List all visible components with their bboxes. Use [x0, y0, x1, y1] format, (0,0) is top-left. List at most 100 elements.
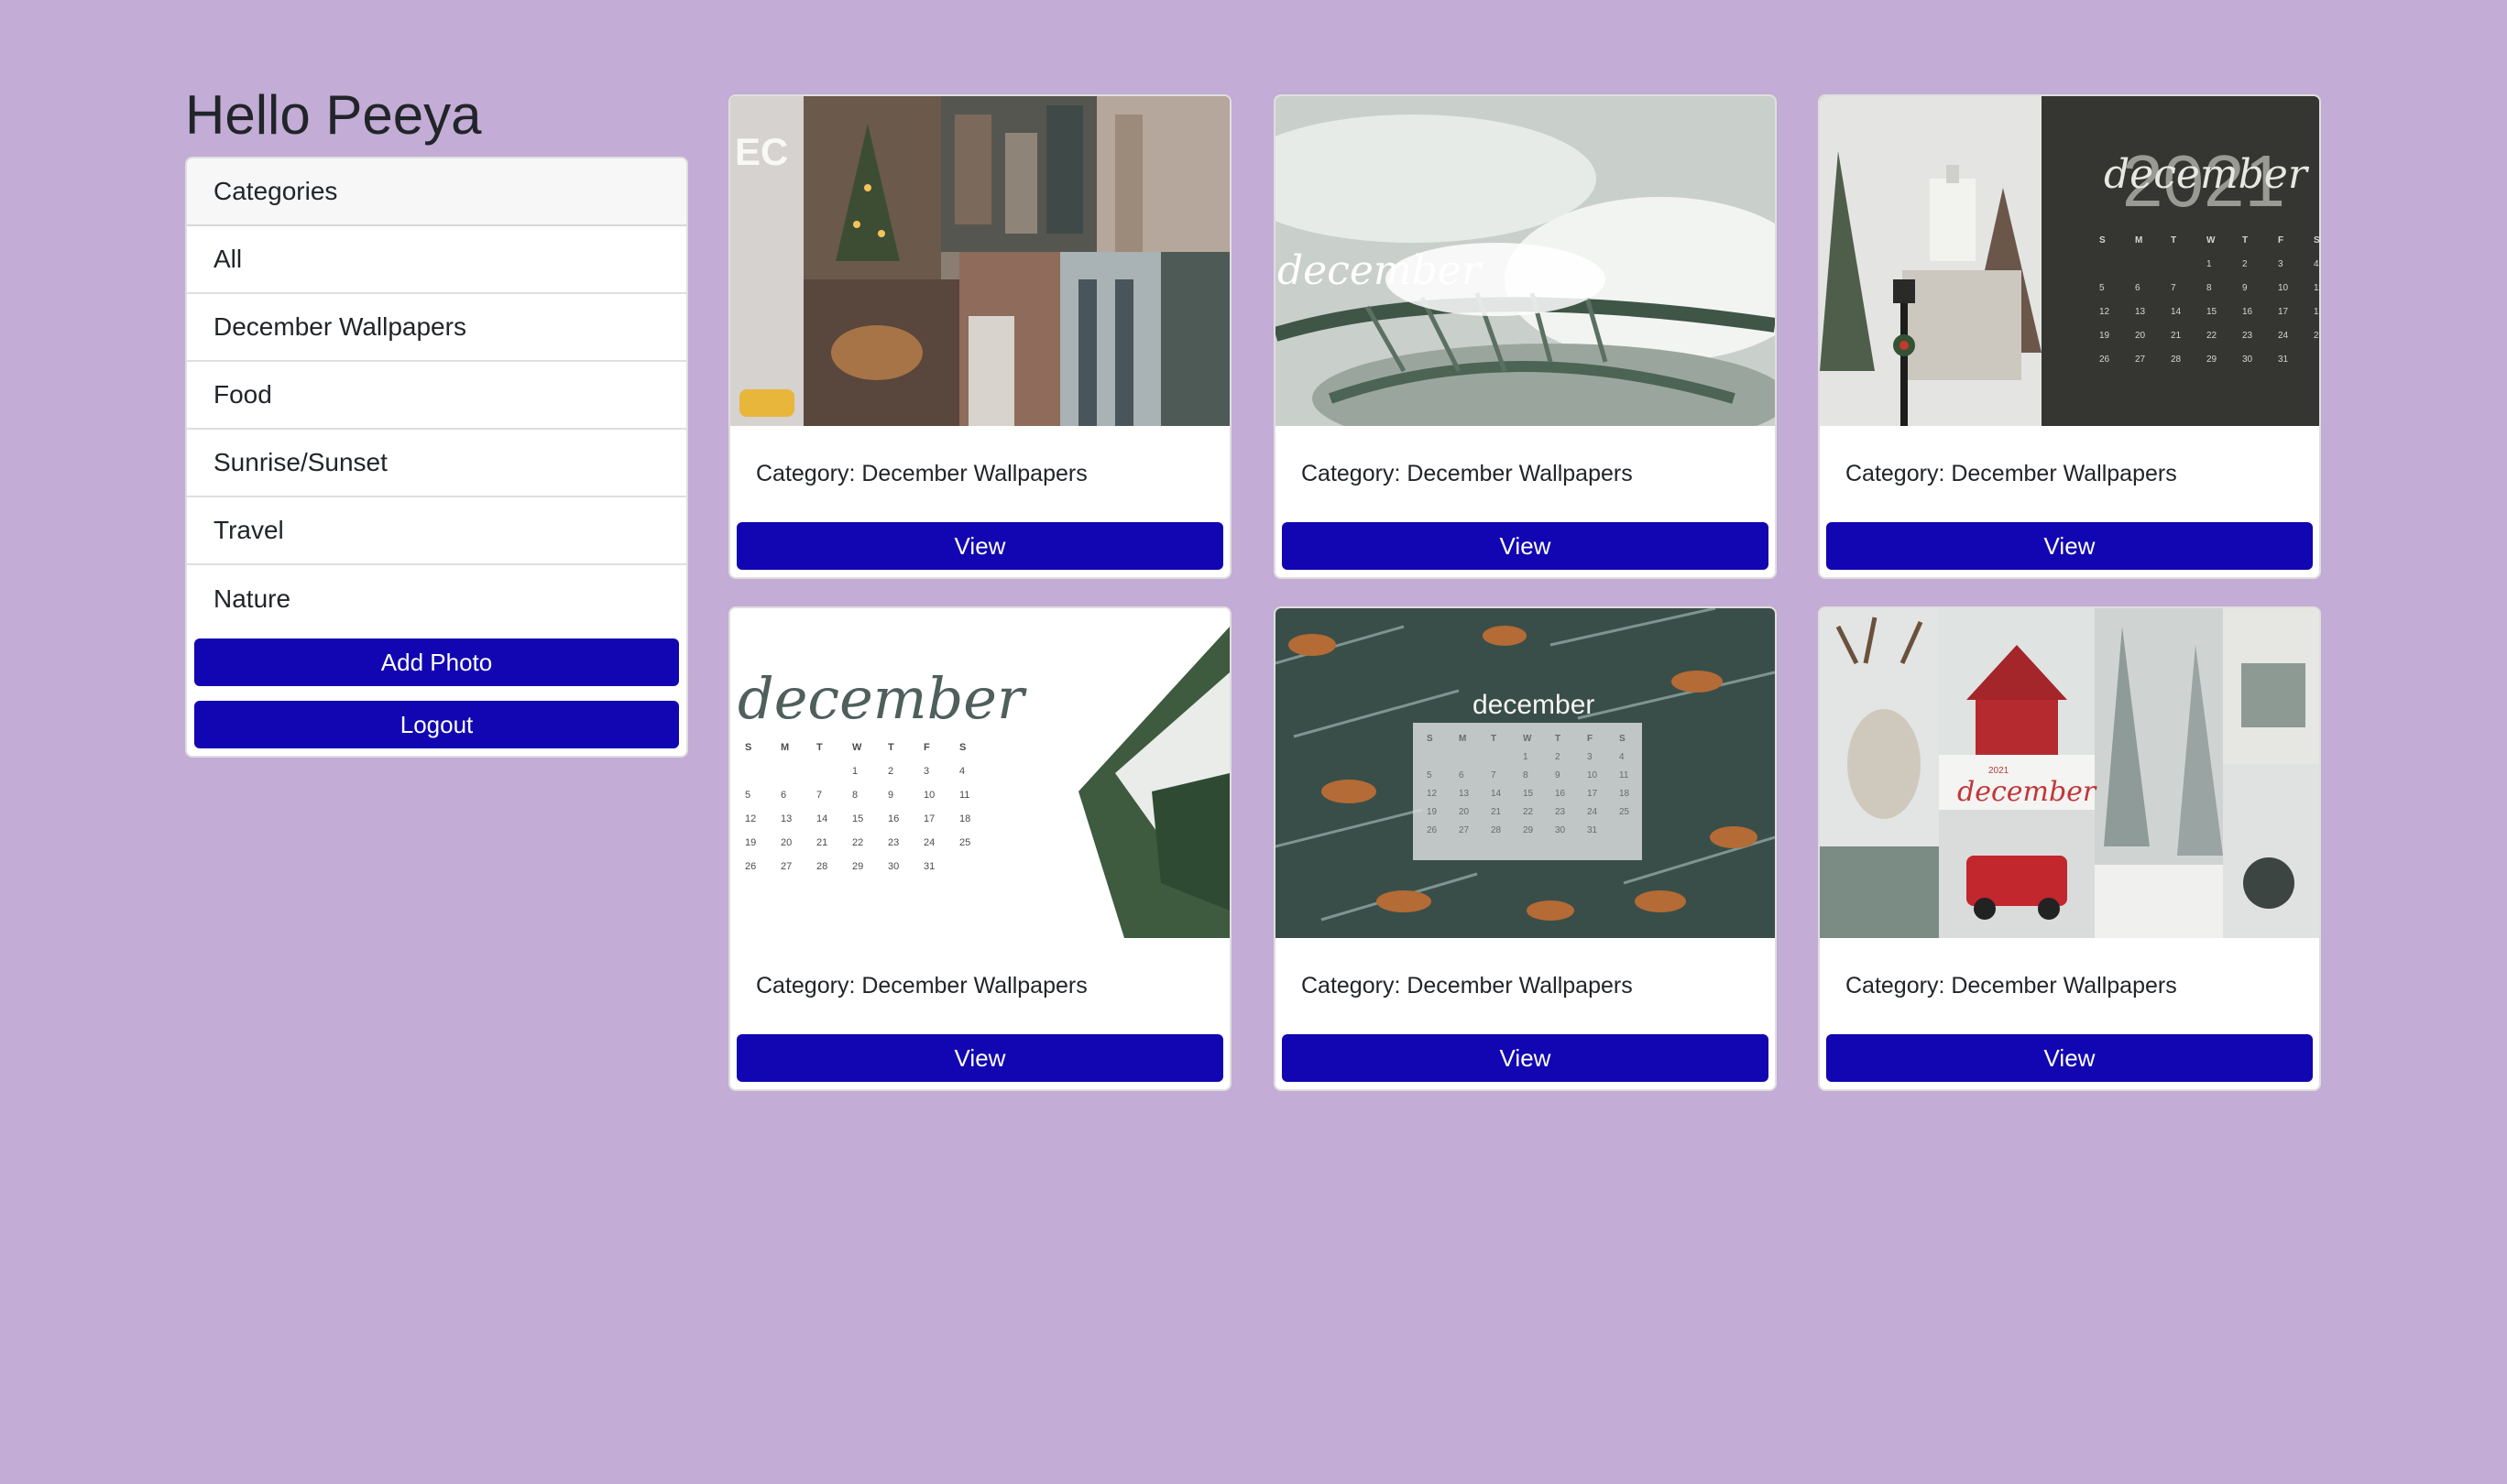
- image-script-text: december: [1277, 247, 1483, 294]
- calendar-day-label: 18: [2314, 307, 2319, 317]
- calendar-day-label: 29: [1523, 825, 1534, 835]
- calendar-day-label: 20: [1459, 807, 1470, 817]
- calendar-day-label: 25: [2314, 331, 2319, 341]
- calendar-year-text: 2021: [1988, 766, 2009, 776]
- card-caption: Category: December Wallpapers: [1301, 461, 1633, 486]
- calendar-day-label: 27: [1459, 825, 1470, 835]
- calendar-day-label: 9: [888, 790, 893, 801]
- calendar-day-label: 7: [816, 790, 822, 801]
- image-script-text: december: [1472, 690, 1594, 720]
- calendar-day-label: 18: [959, 813, 970, 824]
- calendar-day-label: 23: [1555, 807, 1566, 817]
- calendar-day-label: 17: [2278, 307, 2289, 317]
- calendar-day-label: 12: [2099, 307, 2110, 317]
- calendar-day-label: 13: [781, 813, 792, 824]
- calendar-day-label: 29: [852, 861, 863, 872]
- category-item-travel[interactable]: Travel: [187, 497, 686, 565]
- photo-thumbnail[interactable]: 2021 december: [1820, 608, 2319, 938]
- photo-thumbnail[interactable]: december S M T W T F S 1 2 3 4 5 6 7 8 9 10 11 12 13 14 15 16 1…: [730, 608, 1230, 938]
- calendar-day-label: 6: [781, 790, 786, 801]
- calendar-day-label: 24: [2278, 331, 2289, 341]
- calendar-day-label: 23: [888, 837, 899, 848]
- card-caption: Category: December Wallpapers: [756, 461, 1088, 486]
- calendar-day-label: 16: [2242, 307, 2253, 317]
- calendar-day-label: 7: [2171, 283, 2176, 293]
- view-button[interactable]: View: [1826, 522, 2313, 570]
- calendar-day-label: 26: [1427, 825, 1438, 835]
- category-item-all[interactable]: All: [187, 226, 686, 294]
- calendar-weekday-label: F: [2278, 235, 2283, 246]
- calendar-day-label: 14: [816, 813, 827, 824]
- photo-card: december Category: December Wallpapers V…: [1274, 94, 1777, 579]
- calendar-day-label: 6: [2135, 283, 2140, 293]
- view-button[interactable]: View: [1826, 1034, 2313, 1082]
- photo-thumbnail[interactable]: december: [1275, 96, 1775, 426]
- calendar-day-label: 16: [1555, 789, 1566, 799]
- calendar-day-label: 17: [1587, 789, 1598, 799]
- category-item-sunrise-sunset[interactable]: Sunrise/Sunset: [187, 430, 686, 497]
- card-caption: Category: December Wallpapers: [1301, 973, 1633, 998]
- photo-card: december S M T W T F S 1 2 3 4 5 6 7 8 9 10 11 12 13 14 15 16 1…: [1274, 606, 1777, 1091]
- calendar-weekday-label: S: [1619, 734, 1626, 744]
- category-item-december-wallpapers[interactable]: December Wallpapers: [187, 294, 686, 362]
- calendar-day-label: 5: [1427, 770, 1432, 780]
- category-item-food[interactable]: Food: [187, 362, 686, 430]
- calendar-day-label: 22: [1523, 807, 1534, 817]
- calendar-weekday-label: T: [1491, 734, 1496, 744]
- calendar-weekday-label: M: [2135, 235, 2142, 246]
- calendar-day-label: 9: [1555, 770, 1560, 780]
- categories-header: Categories: [187, 158, 686, 226]
- view-button[interactable]: View: [1282, 1034, 1768, 1082]
- add-photo-button[interactable]: Add Photo: [194, 638, 679, 686]
- calendar-day-label: 10: [924, 790, 935, 801]
- calendar-day-label: 3: [2278, 259, 2283, 269]
- calendar-weekday-label: W: [852, 742, 862, 753]
- calendar-day-label: 3: [1587, 752, 1593, 762]
- view-button[interactable]: View: [1282, 522, 1768, 570]
- photo-thumbnail[interactable]: EC: [730, 96, 1230, 426]
- calendar-day-label: 19: [2099, 331, 2110, 341]
- logout-button[interactable]: Logout: [194, 701, 679, 748]
- image-script-text: december: [1957, 776, 2097, 808]
- view-button[interactable]: View: [737, 522, 1223, 570]
- image-script-text: december: [738, 665, 1027, 732]
- photo-thumbnail[interactable]: 2021 december SMTWTFS1234567891011121314…: [1820, 96, 2319, 426]
- calendar-day-label: 11: [1619, 770, 1629, 780]
- calendar-day-label: 25: [1619, 807, 1630, 817]
- photo-card: december S M T W T F S 1 2 3 4 5 6 7 8 9 10 11 12 13 14 15 16 1…: [728, 606, 1232, 1091]
- categories-panel: Categories All December Wallpapers Food …: [185, 157, 688, 758]
- calendar-day-label: 31: [924, 861, 935, 872]
- calendar-weekday-label: S: [2314, 235, 2319, 246]
- calendar-day-label: 27: [781, 861, 792, 872]
- calendar-day-label: 11: [959, 790, 969, 801]
- view-button[interactable]: View: [737, 1034, 1223, 1082]
- calendar-day-label: 15: [852, 813, 863, 824]
- calendar-day-label: 22: [2206, 331, 2217, 341]
- calendar-day-label: 7: [1491, 770, 1496, 780]
- calendar-weekday-label: F: [1587, 734, 1593, 744]
- calendar-day-label: 31: [2278, 355, 2289, 365]
- calendar-weekday-label: F: [924, 742, 930, 753]
- calendar-day-label: 15: [1523, 789, 1534, 799]
- calendar-weekday-label: W: [2206, 235, 2216, 246]
- calendar-day-label: 28: [816, 861, 827, 872]
- calendar-weekday-label: T: [2171, 235, 2176, 246]
- calendar-day-label: 18: [1619, 789, 1630, 799]
- photo-card: 2021 december SMTWTFS1234567891011121314…: [1818, 94, 2321, 579]
- calendar-day-label: 26: [2099, 355, 2110, 365]
- calendar-day-label: 2: [2242, 259, 2248, 269]
- category-item-nature[interactable]: Nature: [187, 565, 686, 633]
- calendar-day-label: 24: [1587, 807, 1598, 817]
- calendar-day-label: 24: [924, 837, 935, 848]
- calendar-day-label: 14: [2171, 307, 2182, 317]
- calendar-day-label: 8: [852, 790, 858, 801]
- card-caption: Category: December Wallpapers: [1845, 461, 2177, 486]
- calendar-day-label: 13: [1459, 789, 1470, 799]
- calendar-day-label: 2: [888, 766, 893, 777]
- calendar-day-label: 19: [1427, 807, 1438, 817]
- calendar-weekday-label: M: [781, 742, 789, 753]
- photo-thumbnail[interactable]: december S M T W T F S 1 2 3 4 5 6 7 8 9 10 11 12 13 14 15 16 1…: [1275, 608, 1775, 938]
- calendar-day-label: 1: [2206, 259, 2212, 269]
- calendar-day-label: 26: [745, 861, 756, 872]
- calendar-weekday-label: S: [2099, 235, 2106, 246]
